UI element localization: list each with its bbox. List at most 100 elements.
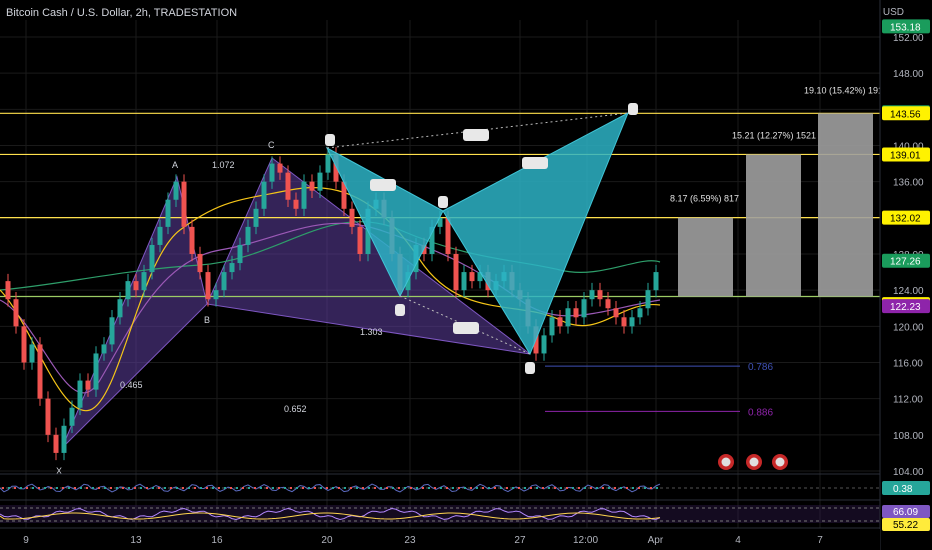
indicator1-dot	[314, 487, 316, 489]
candle-body	[197, 254, 203, 273]
candle-body	[309, 181, 315, 191]
indicator1-dot	[512, 487, 514, 489]
price-tag-label: 143.56	[890, 109, 921, 120]
candle-body	[237, 244, 243, 264]
indicator1-dot	[458, 487, 460, 489]
indicator1-dot	[650, 487, 652, 489]
indicator1-dot	[332, 487, 334, 489]
price-tick-label: 148.00	[893, 69, 924, 80]
candle-body	[469, 272, 475, 282]
indicator1-dot	[542, 487, 544, 489]
indicator2-tag-label: 55.22	[893, 520, 918, 531]
pattern-point-label: C	[268, 140, 275, 150]
indicator1-dot	[284, 487, 286, 489]
indicator1-dot	[176, 487, 178, 489]
indicator1-dot	[98, 487, 100, 489]
indicator1-dot	[578, 487, 580, 489]
candle-body	[125, 281, 131, 300]
time-tick-label: 27	[514, 535, 526, 546]
time-tick-label: 13	[130, 535, 142, 546]
indicator1-dot	[14, 487, 16, 489]
chart-root: 8.17 (6.59%) 817 15.21 (12.27%) 1521 19.10…	[0, 0, 932, 550]
indicator1-dot	[182, 487, 184, 489]
candle-body	[325, 154, 331, 173]
pattern-handle[interactable]	[463, 129, 489, 141]
indicator1-dot	[416, 487, 418, 489]
indicator1-dot	[566, 487, 568, 489]
indicator1-dot	[194, 487, 196, 489]
indicator1-dot	[50, 487, 52, 489]
candle-body	[189, 226, 195, 254]
indicator1-dot	[134, 487, 136, 489]
indicator1-dot	[218, 487, 220, 489]
event-flag-icon-inner	[749, 457, 759, 467]
indicator1-dot	[122, 487, 124, 489]
indicator1-dot	[392, 487, 394, 489]
time-tick-label: 16	[211, 535, 223, 546]
pattern-handle[interactable]	[525, 362, 535, 374]
indicator1-dot	[482, 487, 484, 489]
indicator1-dot	[290, 487, 292, 489]
price-tick-label: 152.00	[893, 33, 924, 44]
indicator1-dot	[350, 487, 352, 489]
pattern-handle[interactable]	[438, 196, 448, 208]
candle-body	[93, 353, 99, 390]
candle-body	[637, 308, 643, 318]
indicator1-dot	[656, 487, 658, 489]
indicator1-dot	[56, 487, 58, 489]
candle-body	[165, 199, 171, 227]
candle-body	[549, 317, 555, 336]
pattern-handle[interactable]	[453, 322, 479, 334]
time-tick-label: 12:00	[573, 535, 598, 546]
candle-body	[293, 199, 299, 209]
candle-body	[285, 172, 291, 200]
indicator1-dot	[476, 487, 478, 489]
candle-body	[317, 172, 323, 191]
pattern-handle[interactable]	[522, 157, 548, 169]
indicator1-dot	[308, 487, 310, 489]
candle-body	[605, 299, 611, 309]
event-flag-icon-inner	[775, 457, 785, 467]
indicator1-dot	[530, 487, 532, 489]
pattern-handle[interactable]	[370, 179, 396, 191]
indicator1-dot	[488, 487, 490, 489]
indicator1-dot	[494, 487, 496, 489]
candle-body	[21, 326, 27, 363]
projection-box	[678, 217, 733, 297]
projection-box	[818, 113, 873, 297]
ratio-label: 0.652	[284, 404, 307, 414]
indicator1-dot	[104, 487, 106, 489]
price-tick-label: 116.00	[893, 359, 923, 370]
indicator1-dot	[140, 487, 142, 489]
chart-canvas[interactable]: 8.17 (6.59%) 817 15.21 (12.27%) 1521 19.10…	[0, 0, 932, 550]
indicator1-dot	[614, 487, 616, 489]
time-tick-label: 23	[404, 535, 416, 546]
indicator1-dot	[584, 487, 586, 489]
pattern-handle[interactable]	[325, 134, 335, 146]
time-tick-label: 20	[321, 535, 333, 546]
time-tick-label: 7	[817, 535, 823, 546]
candle-body	[581, 299, 587, 318]
indicator1-dot	[368, 487, 370, 489]
indicator1-dot	[398, 487, 400, 489]
indicator1-dot	[320, 487, 322, 489]
pattern-handle[interactable]	[395, 304, 405, 316]
candle-body	[589, 290, 595, 300]
candle-body	[357, 226, 363, 254]
indicator1-dot	[188, 487, 190, 489]
candle-body	[621, 317, 627, 327]
ratio-label: 1.303	[360, 327, 383, 337]
pattern-handle[interactable]	[628, 103, 638, 115]
time-tick-label: 9	[23, 535, 29, 546]
indicator1-dot	[344, 487, 346, 489]
indicator1-dot	[386, 487, 388, 489]
candle-body	[61, 425, 67, 453]
candle-body	[149, 244, 155, 273]
candle-body	[653, 272, 659, 291]
candle-body	[349, 208, 355, 227]
price-tick-label: 108.00	[893, 431, 924, 442]
price-tick-label: 112.00	[893, 395, 923, 406]
candle-body	[157, 226, 163, 245]
fib-level-label: 0.786	[748, 362, 773, 373]
candle-body	[565, 308, 571, 327]
